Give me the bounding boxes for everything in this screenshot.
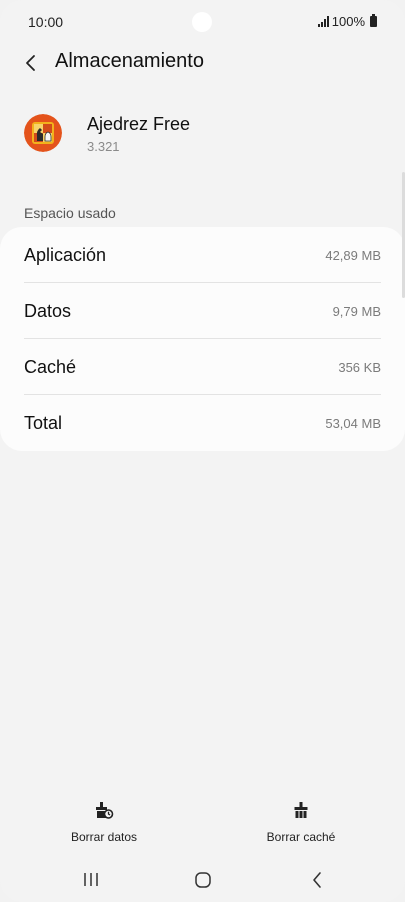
- app-name: Ajedrez Free: [87, 114, 191, 134]
- app-bar: Almacenamiento: [0, 44, 405, 80]
- status-bar: 10:00 100%: [0, 0, 405, 44]
- chess-app-icon: [24, 114, 62, 152]
- app-version: 3.321: [87, 139, 120, 154]
- clear-cache-label: Borrar caché: [266, 830, 336, 844]
- home-icon: [195, 872, 211, 888]
- recent-apps-icon: [84, 873, 98, 886]
- status-time: 10:00: [28, 14, 64, 30]
- page-title: Almacenamiento: [55, 50, 204, 72]
- recent-apps-button[interactable]: [76, 868, 106, 892]
- navigation-bar: [0, 862, 405, 898]
- storage-row-cache: Caché 356 KB: [24, 339, 381, 395]
- back-nav-button[interactable]: [302, 868, 332, 892]
- storage-row-data: Datos 9,79 MB: [24, 283, 381, 339]
- signal-icon: [317, 16, 329, 27]
- clear-data-icon: [96, 802, 114, 819]
- storage-row-application: Aplicación 42,89 MB: [24, 227, 381, 283]
- row-label: Caché: [24, 356, 77, 377]
- row-label: Aplicación: [24, 244, 107, 265]
- storage-row-total: Total 53,04 MB: [24, 395, 381, 451]
- app-info: Ajedrez Free 3.321: [0, 108, 405, 168]
- battery-percentage: 100%: [331, 14, 365, 29]
- back-arrow-icon: [26, 55, 35, 71]
- status-indicators: 100%: [317, 14, 377, 29]
- screen: 10:00 100% Almacenamiento Ajedrez Free 3…: [0, 0, 405, 902]
- row-value: 9,79 MB: [332, 303, 381, 319]
- row-value: 42,89 MB: [325, 247, 381, 263]
- section-header-used-space: Espacio usado: [24, 205, 116, 221]
- row-value: 53,04 MB: [325, 415, 381, 431]
- battery-icon: [370, 14, 377, 27]
- home-button[interactable]: [188, 868, 218, 892]
- row-label: Datos: [24, 300, 72, 321]
- clear-cache-button[interactable]: Borrar caché: [241, 800, 361, 850]
- clear-data-button[interactable]: Borrar datos: [44, 800, 164, 850]
- row-value: 356 KB: [338, 359, 381, 375]
- back-icon: [313, 872, 321, 888]
- camera-cutout: [192, 12, 212, 32]
- back-button[interactable]: [16, 48, 46, 78]
- row-label: Total: [24, 412, 63, 433]
- clear-data-label: Borrar datos: [70, 830, 138, 844]
- clear-cache-icon: [294, 802, 308, 818]
